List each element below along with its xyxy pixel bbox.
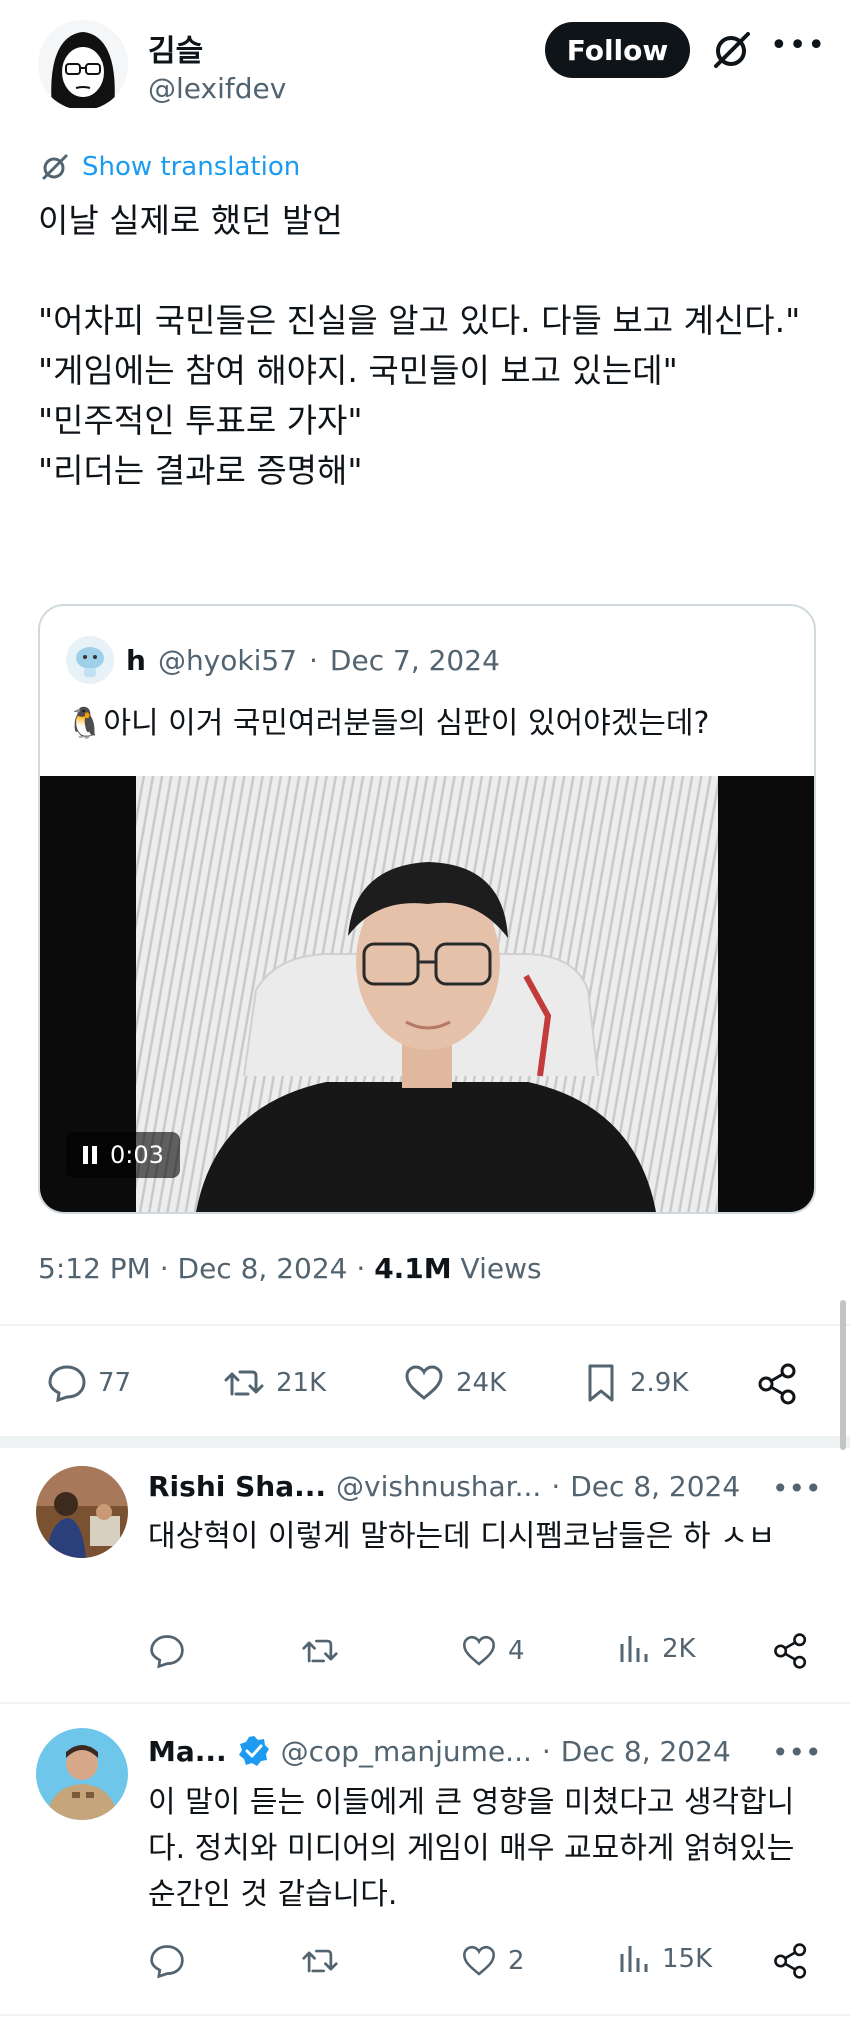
reply-avatar[interactable] (36, 1728, 128, 1820)
follow-button[interactable]: Follow (545, 22, 690, 78)
video-time-badge[interactable]: 0:03 (66, 1132, 180, 1178)
separator-dot: · (551, 1470, 561, 1503)
more-options-icon[interactable]: ••• (770, 28, 826, 63)
like-count: 24K (456, 1368, 507, 1398)
separator-dot: · (541, 1734, 551, 1768)
quoted-handle[interactable]: @hyoki57 (158, 644, 297, 677)
reply-date[interactable]: Dec 8, 2024 (570, 1470, 740, 1503)
share-icon (772, 1632, 810, 1670)
heart-icon (460, 1632, 498, 1670)
reply-header: Rishi Sha... @vishnushar... · Dec 8, 202… (148, 1470, 740, 1503)
quoted-avatar[interactable] (66, 636, 114, 684)
reply-button[interactable]: 77 (46, 1362, 131, 1404)
divider (0, 2014, 850, 2016)
share-button[interactable] (756, 1362, 800, 1406)
reply-icon (148, 1632, 186, 1670)
tweet-time-date[interactable]: 5:12 PM · Dec 8, 2024 · (38, 1252, 374, 1285)
video-time: 0:03 (110, 1141, 164, 1169)
views-count: 2K (662, 1634, 696, 1664)
like-count: 4 (508, 1636, 525, 1666)
bookmark-icon (582, 1362, 620, 1404)
heart-icon (402, 1362, 446, 1404)
reply-button[interactable] (148, 1942, 196, 1980)
views-button[interactable]: 15K (618, 1942, 712, 1976)
pause-icon[interactable] (82, 1145, 98, 1165)
repost-button[interactable]: 21K (222, 1362, 326, 1404)
views-label: Views (451, 1252, 542, 1285)
quoted-text: 🐧아니 이거 국민여러분들의 심판이 있어야겠는데? (66, 706, 710, 741)
reply-count: 77 (98, 1368, 132, 1398)
repost-button[interactable] (300, 1632, 350, 1670)
video-player[interactable]: 0:03 (40, 776, 814, 1212)
share-icon (756, 1362, 800, 1406)
video-frame (136, 776, 718, 1212)
reply-avatar[interactable] (36, 1466, 128, 1558)
author-name[interactable]: 김슬 (148, 26, 203, 70)
more-options-icon[interactable]: ••• (772, 1736, 822, 1769)
quoted-name[interactable]: h (126, 644, 146, 677)
grok-icon[interactable] (710, 28, 754, 72)
repost-button[interactable] (300, 1942, 350, 1980)
repost-icon (300, 1942, 340, 1980)
bookmark-count: 2.9K (630, 1368, 689, 1398)
reply-icon (46, 1362, 88, 1404)
author-avatar[interactable] (38, 20, 128, 110)
quoted-tweet[interactable]: h @hyoki57 · Dec 7, 2024 🐧아니 이거 국민여러분들의 … (38, 604, 816, 1214)
divider (0, 1702, 850, 1704)
heart-icon (460, 1942, 498, 1980)
views-count: 4.1M (374, 1252, 452, 1285)
repost-icon (300, 1632, 340, 1670)
analytics-icon (618, 1632, 652, 1666)
show-translation-label: Show translation (82, 152, 301, 182)
verified-badge-icon (237, 1734, 271, 1768)
share-button[interactable] (772, 1632, 810, 1670)
tweet-meta: 5:12 PM · Dec 8, 2024 · 4.1M Views (38, 1252, 542, 1285)
scrollbar[interactable] (840, 1300, 846, 1450)
tweet-text: 이날 실제로 했던 발언 "어차피 국민들은 진실을 알고 있다. 다들 보고 … (38, 201, 801, 490)
like-button[interactable]: 24K (402, 1362, 506, 1404)
like-button[interactable]: 2 (460, 1942, 525, 1980)
divider (0, 1324, 850, 1326)
share-button[interactable] (772, 1942, 810, 1980)
reply-author-name[interactable]: Ma... (148, 1735, 227, 1768)
author-handle[interactable]: @lexifdev (148, 72, 286, 105)
section-divider (0, 1436, 850, 1448)
analytics-icon (618, 1942, 652, 1976)
repost-count: 21K (276, 1368, 327, 1398)
quoted-date[interactable]: Dec 7, 2024 (330, 644, 500, 677)
reply-button[interactable] (148, 1632, 196, 1670)
bookmark-button[interactable]: 2.9K (582, 1362, 688, 1404)
reply-date[interactable]: Dec 8, 2024 (561, 1735, 731, 1768)
reply-author-handle[interactable]: @vishnushar... (336, 1470, 541, 1503)
show-translation-link[interactable]: Show translation (40, 152, 300, 182)
reply-text: 이 말이 듣는 이들에게 큰 영향을 미쳤다고 생각합니다. 정치와 미디어의 … (148, 1785, 795, 1912)
views-count: 15K (662, 1944, 713, 1974)
reply-author-name[interactable]: Rishi Sha... (148, 1470, 326, 1503)
like-button[interactable]: 4 (460, 1632, 525, 1670)
separator-dot: · (309, 643, 318, 677)
reply-icon (148, 1942, 186, 1980)
translate-icon (40, 152, 70, 182)
reply-text: 대상혁이 이렇게 말하는데 디시펨코남들은 하 ㅅㅂ (148, 1519, 776, 1554)
more-options-icon[interactable]: ••• (772, 1472, 822, 1505)
reply-header: Ma... @cop_manjume... · Dec 8, 2024 (148, 1734, 731, 1768)
repost-icon (222, 1362, 266, 1404)
like-count: 2 (508, 1946, 525, 1976)
reply-author-handle[interactable]: @cop_manjume... (281, 1735, 532, 1768)
views-button[interactable]: 2K (618, 1632, 696, 1666)
share-icon (772, 1942, 810, 1980)
